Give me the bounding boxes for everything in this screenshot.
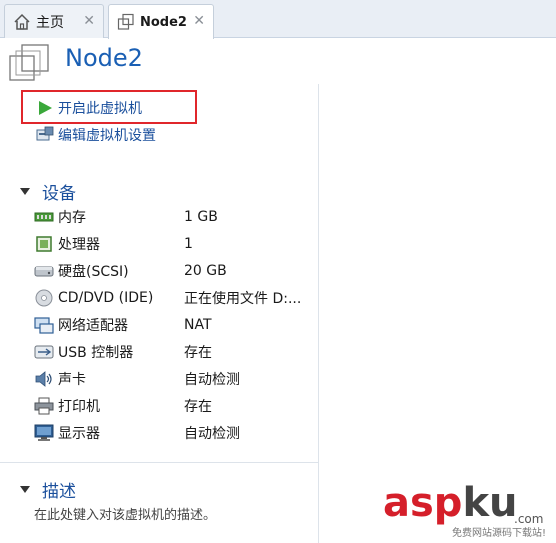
power-on-label: 开启此虚拟机 xyxy=(58,101,142,117)
tab-node2[interactable]: Node2 ✕ xyxy=(108,4,214,39)
device-name: 显示器 xyxy=(58,426,100,442)
close-icon[interactable]: ✕ xyxy=(83,13,95,29)
watermark-asp: asp xyxy=(383,480,463,526)
device-value: 自动检测 xyxy=(184,372,240,388)
device-name: 处理器 xyxy=(58,237,100,253)
vm-icon xyxy=(9,44,49,81)
device-value: 20 GB xyxy=(184,263,227,279)
close-icon[interactable]: ✕ xyxy=(193,13,205,29)
watermark-logo: aspku xyxy=(383,480,518,526)
memory-icon xyxy=(34,212,54,222)
device-value: 存在 xyxy=(184,399,212,415)
device-value: 1 xyxy=(184,236,193,252)
usb-icon xyxy=(34,345,54,359)
device-row-sound[interactable]: 声卡 自动检测 xyxy=(34,368,314,390)
sound-icon xyxy=(35,371,52,387)
processor-icon xyxy=(36,236,52,252)
page-title: Node2 xyxy=(65,44,143,72)
edit-settings-icon xyxy=(36,126,54,141)
tab-home[interactable]: 主页 ✕ xyxy=(4,4,104,38)
home-icon xyxy=(14,13,30,30)
tab-node2-label: Node2 xyxy=(140,14,187,30)
device-row-cd-dvd[interactable]: CD/DVD (IDE) 正在使用文件 D:... xyxy=(34,287,314,309)
device-value: 1 GB xyxy=(184,209,218,225)
vm-icon xyxy=(117,13,134,30)
device-value: NAT xyxy=(184,317,212,333)
device-name: 硬盘(SCSI) xyxy=(58,264,129,280)
devices-header[interactable]: 设备 xyxy=(18,179,76,204)
collapse-triangle-icon xyxy=(20,188,30,195)
device-row-processor[interactable]: 处理器 1 xyxy=(34,233,314,255)
tab-home-label: 主页 xyxy=(36,14,64,31)
play-icon xyxy=(39,101,52,115)
device-name: CD/DVD (IDE) xyxy=(58,290,154,306)
display-icon xyxy=(34,424,54,441)
tab-bar: 主页 ✕ Node2 ✕ xyxy=(0,0,556,39)
device-row-network[interactable]: 网络适配器 NAT xyxy=(34,314,314,336)
edit-settings-label: 编辑虚拟机设置 xyxy=(58,128,156,144)
devices-header-label: 设备 xyxy=(42,184,76,204)
device-name: 打印机 xyxy=(58,399,100,415)
watermark-subtitle: 免费网站源码下载站! xyxy=(452,528,547,539)
network-icon xyxy=(34,317,54,334)
device-name: 声卡 xyxy=(58,372,86,388)
panel-divider xyxy=(318,84,319,543)
device-name: 网络适配器 xyxy=(58,318,128,334)
description-header[interactable]: 描述 xyxy=(18,477,76,502)
device-name: 内存 xyxy=(58,210,86,226)
section-divider xyxy=(0,462,318,463)
device-row-display[interactable]: 显示器 自动检测 xyxy=(34,422,314,444)
device-value: 正在使用文件 D:... xyxy=(184,291,302,307)
device-name: USB 控制器 xyxy=(58,345,134,361)
cd-icon xyxy=(35,289,53,307)
device-value: 自动检测 xyxy=(184,426,240,442)
device-row-printer[interactable]: 打印机 存在 xyxy=(34,395,314,417)
device-row-memory[interactable]: 内存 1 GB xyxy=(34,206,314,228)
harddisk-icon xyxy=(34,266,54,277)
power-on-button[interactable]: 开启此虚拟机 xyxy=(36,97,142,119)
watermark-ku: ku xyxy=(462,480,518,526)
printer-icon xyxy=(34,397,54,415)
device-row-usb[interactable]: USB 控制器 存在 xyxy=(34,341,314,363)
collapse-triangle-icon xyxy=(20,486,30,493)
device-value: 存在 xyxy=(184,345,212,361)
edit-settings-button[interactable]: 编辑虚拟机设置 xyxy=(36,124,156,146)
description-field[interactable]: 在此处键入对该虚拟机的描述。 xyxy=(34,504,216,523)
description-header-label: 描述 xyxy=(42,482,76,502)
device-row-harddisk[interactable]: 硬盘(SCSI) 20 GB xyxy=(34,260,314,282)
